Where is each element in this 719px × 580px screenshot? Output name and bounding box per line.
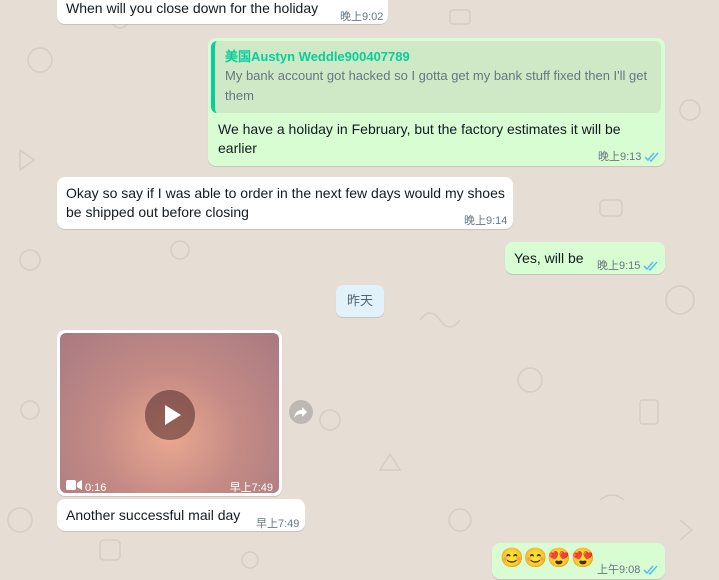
play-icon[interactable]	[145, 390, 195, 440]
message-time: 晚上9:14	[464, 215, 508, 227]
message-text-line: be shipped out before closing	[66, 204, 249, 220]
message-text: Yes, will be	[514, 250, 584, 266]
message-time: 晚上9:02	[340, 11, 384, 23]
forward-icon[interactable]	[289, 400, 313, 424]
quoted-sender: 美国Austyn Weddle900407789	[225, 49, 410, 64]
message-text-line: Okay so say if I was able to order in th…	[66, 185, 505, 201]
date-divider: 昨天	[336, 285, 384, 317]
double-check-icon	[644, 152, 659, 163]
message-text: Another successful mail day	[66, 507, 241, 523]
video-camera-icon	[66, 480, 82, 490]
double-check-icon	[643, 565, 658, 576]
outgoing-message[interactable]: 😊😊😍😍 上午9:08	[492, 543, 665, 579]
quoted-message[interactable]: 美国Austyn Weddle900407789 My bank account…	[211, 41, 661, 113]
message-text-line: We have a holiday in February, but the f…	[218, 121, 621, 137]
incoming-message[interactable]: Another successful mail day 早上7:49	[57, 499, 305, 531]
video-duration: 0:16	[85, 482, 107, 493]
video-thumbnail[interactable]: 0:16 早上7:49	[60, 333, 279, 493]
message-text-line: earlier	[218, 140, 257, 156]
message-time: 晚上9:13	[598, 148, 660, 167]
outgoing-message[interactable]: Yes, will be 晚上9:15	[505, 242, 665, 274]
message-time-text: 上午9:08	[597, 564, 641, 576]
message-time-text: 晚上9:13	[598, 151, 642, 163]
message-time: 上午9:08	[597, 561, 659, 580]
double-check-icon	[643, 261, 658, 272]
message-time: 晚上9:15	[597, 257, 659, 276]
incoming-message[interactable]: When will you close down for the holiday…	[57, 0, 388, 24]
video-message[interactable]: 0:16 早上7:49	[57, 330, 282, 496]
emoji-message: 😊😊😍😍	[500, 548, 595, 569]
quoted-text: My bank account got hacked so I gotta ge…	[225, 68, 648, 103]
message-text: When will you close down for the holiday	[66, 0, 319, 16]
message-time: 早上7:49	[256, 518, 300, 530]
message-time-text: 晚上9:15	[597, 260, 641, 272]
incoming-message[interactable]: Okay so say if I was able to order in th…	[57, 177, 513, 229]
video-timestamp: 早上7:49	[229, 482, 273, 493]
outgoing-message[interactable]: 美国Austyn Weddle900407789 My bank account…	[208, 38, 665, 166]
